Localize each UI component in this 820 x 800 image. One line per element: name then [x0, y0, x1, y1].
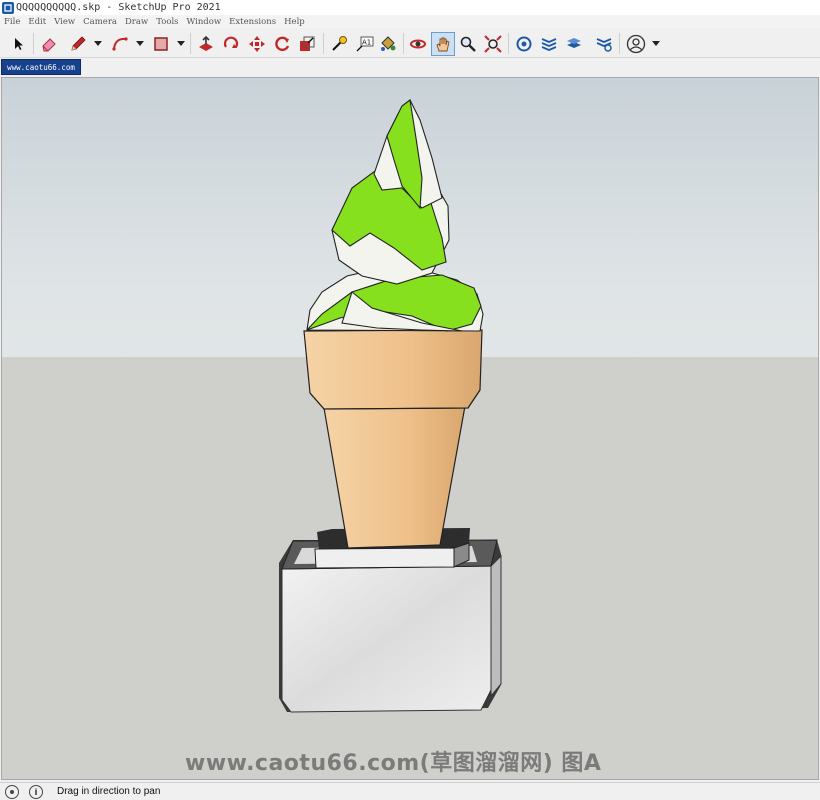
zoom-extents-icon — [484, 35, 502, 53]
user-circle-icon — [626, 34, 646, 54]
status-text: Drag in direction to pan — [57, 786, 161, 797]
arc-tool-button[interactable] — [108, 32, 132, 56]
soft-serve-swirl — [306, 99, 484, 332]
move-arrows-icon — [249, 36, 265, 52]
zoom-tool-button[interactable] — [456, 32, 480, 56]
text-tool-button[interactable]: A1 — [352, 32, 376, 56]
arc-tool-dropdown-chevron-icon[interactable] — [136, 39, 144, 47]
menu-tools[interactable]: Tools — [156, 17, 178, 27]
layout-send-button[interactable] — [562, 32, 586, 56]
tape-measure-icon — [332, 36, 347, 51]
push-pull-tool-button[interactable] — [194, 32, 218, 56]
arrow-cursor-icon — [15, 38, 23, 50]
tape-measure-tool-button[interactable] — [327, 32, 351, 56]
paint-bucket-tool-button[interactable] — [376, 32, 400, 56]
toolbar-separator — [323, 33, 324, 54]
rectangle-tool-dropdown-chevron-icon[interactable] — [177, 39, 185, 47]
account-button[interactable] — [624, 32, 648, 56]
menu-camera[interactable]: Camera — [83, 17, 117, 27]
geo-location-icon[interactable] — [5, 784, 19, 799]
svg-text:A1: A1 — [362, 39, 371, 47]
toolbar-separator — [33, 33, 34, 54]
line-tool-dropdown-chevron-icon[interactable] — [94, 39, 102, 47]
rotate-tool-button[interactable] — [219, 32, 243, 56]
rectangle-tool-button[interactable] — [149, 32, 173, 56]
arc-icon — [112, 37, 128, 51]
title-bar: QQQQQQQQQQ.skp - SketchUp Pro 2021 — [0, 0, 820, 15]
rectangle-icon — [154, 37, 168, 51]
scale-tool-button[interactable] — [295, 32, 319, 56]
window-title: QQQQQQQQQQ.skp - SketchUp Pro 2021 — [16, 2, 221, 13]
toolbar-separator — [403, 33, 404, 54]
eraser-tool-button[interactable] — [37, 32, 61, 56]
menu-window[interactable]: Window — [187, 17, 222, 27]
extension-warehouse-icon — [541, 38, 557, 51]
toolbar-separator — [619, 33, 620, 54]
account-dropdown-chevron-icon[interactable] — [652, 39, 660, 47]
extension-manager-icon — [596, 38, 612, 52]
status-bar: i Drag in direction to pan — [0, 782, 820, 800]
follow-me-icon — [275, 36, 290, 52]
hand-icon — [436, 37, 450, 52]
menu-file[interactable]: File — [4, 17, 20, 27]
scale-icon — [300, 36, 315, 51]
3d-warehouse-button[interactable] — [512, 32, 536, 56]
pan-tool-button[interactable] — [431, 32, 455, 56]
menu-extensions[interactable]: Extensions — [229, 17, 276, 27]
ice-cream-model — [279, 99, 502, 713]
orbit-icon — [410, 39, 426, 49]
model-viewport[interactable] — [1, 77, 819, 780]
paint-bucket-icon — [381, 36, 396, 51]
main-toolbar: A1 — [0, 29, 820, 58]
info-icon[interactable]: i — [29, 784, 43, 799]
scene-tab[interactable]: www.caotu66.com — [1, 59, 81, 75]
sketchup-app-icon — [2, 1, 14, 14]
line-tool-button[interactable] — [66, 32, 90, 56]
toolbar-separator — [508, 33, 509, 54]
warehouse-icon — [516, 36, 532, 52]
pencil-icon — [71, 36, 86, 51]
push-pull-icon — [199, 35, 213, 51]
geo-location-glyph-icon — [10, 789, 14, 794]
watermark-text: www.caotu66.com(草图溜溜网) 图A — [185, 751, 602, 776]
follow-me-tool-button[interactable] — [270, 32, 294, 56]
menu-view[interactable]: View — [54, 17, 75, 27]
menu-bar: File Edit View Camera Draw Tools Window … — [0, 15, 820, 28]
orbit-tool-button[interactable] — [406, 32, 430, 56]
zoom-extents-tool-button[interactable] — [481, 32, 505, 56]
info-glyph: i — [34, 786, 38, 797]
rotate-icon — [223, 36, 239, 48]
extension-warehouse-button[interactable] — [537, 32, 561, 56]
text-label-icon: A1 — [356, 36, 374, 52]
select-tool-button[interactable] — [6, 32, 30, 56]
toolbar-separator — [190, 33, 191, 54]
eraser-icon — [42, 38, 56, 52]
menu-draw[interactable]: Draw — [125, 17, 148, 27]
layout-icon — [567, 38, 581, 48]
scene-tab-strip: www.caotu66.com — [0, 58, 820, 77]
extension-manager-button[interactable] — [592, 32, 616, 56]
magnifier-icon — [460, 36, 476, 52]
menu-edit[interactable]: Edit — [28, 17, 46, 27]
menu-help[interactable]: Help — [284, 17, 305, 27]
cone — [303, 329, 483, 549]
move-tool-button[interactable] — [245, 32, 269, 56]
